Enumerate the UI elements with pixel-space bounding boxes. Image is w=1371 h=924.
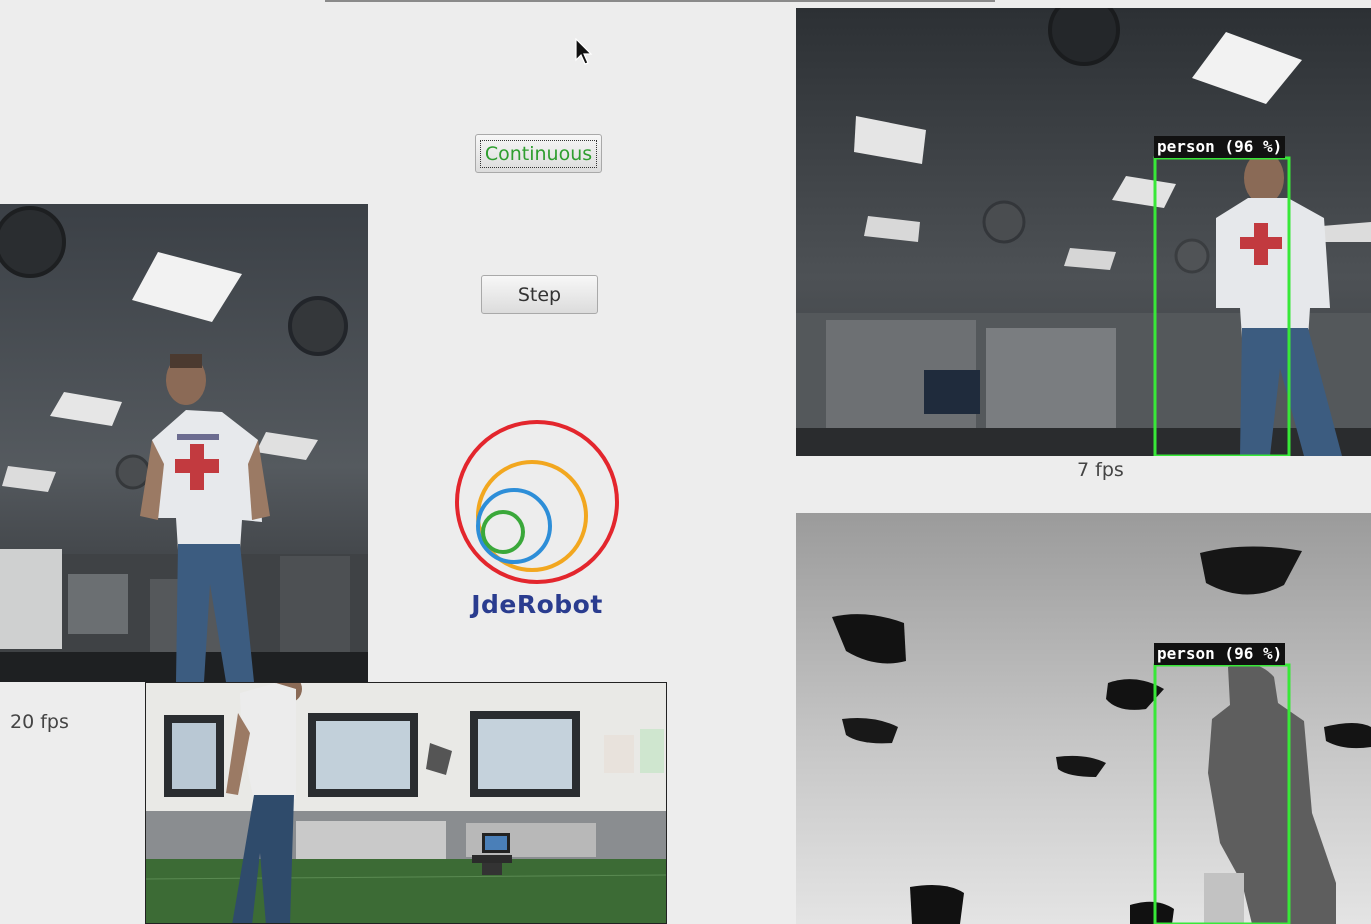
left-camera-fps: 20 fps <box>10 711 69 733</box>
rgb-detection-fps: 7 fps <box>1077 459 1124 481</box>
rgb-scene-image <box>796 8 1371 456</box>
continuous-button[interactable]: Continuous <box>475 134 602 173</box>
rgb-detection-label: person (96 %) <box>1154 136 1286 158</box>
camera-feed-rgb-source <box>0 204 368 682</box>
rgb-detection-feed: person (96 %) <box>796 8 1371 456</box>
depth-detection-feed: person (96 %) <box>796 513 1371 924</box>
mouse-cursor-icon <box>575 38 593 65</box>
robot-overview-video <box>145 682 667 924</box>
depth-scene-image <box>796 513 1371 924</box>
continuous-button-label: Continuous <box>479 139 598 168</box>
robot-overview-scene-image <box>146 683 666 923</box>
logo-wordmark: JdeRobot <box>471 590 603 619</box>
window-top-border <box>325 0 995 2</box>
camera-scene-image <box>0 204 368 682</box>
step-button[interactable]: Step <box>481 275 598 314</box>
step-button-label: Step <box>517 283 562 306</box>
depth-detection-label: person (96 %) <box>1154 643 1286 665</box>
